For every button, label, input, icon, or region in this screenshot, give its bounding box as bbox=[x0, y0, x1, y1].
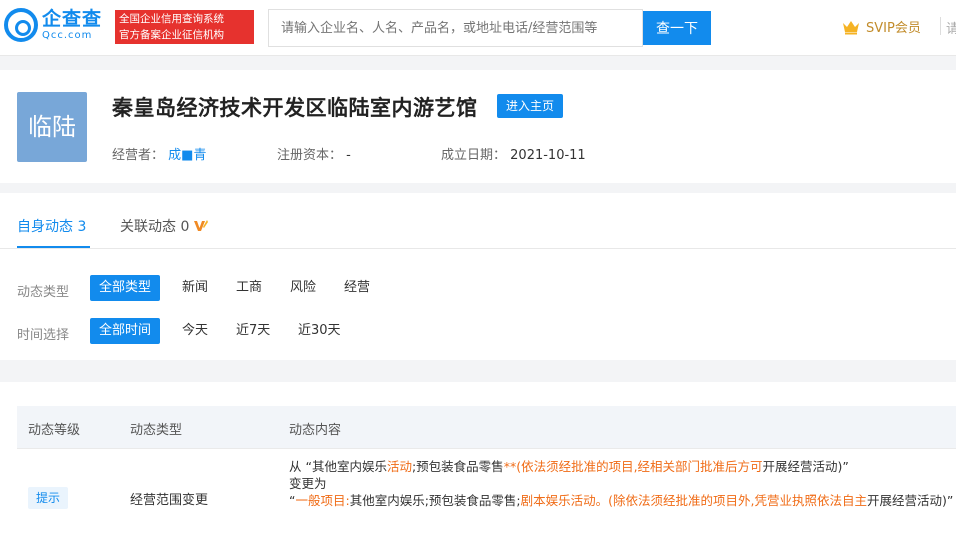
content-to-line: “一般项目:其他室内娱乐;预包装食品零售;剧本娱乐活动。(除依法须经批准的项目外… bbox=[289, 492, 956, 509]
from-mid: ;预包装食品零售 bbox=[411, 459, 504, 474]
founded-info: 成立日期： 2021-10-11 bbox=[441, 144, 586, 163]
from-highlight-1: 活动 bbox=[386, 459, 412, 474]
from-prefix: 从 “其他室内娱乐 bbox=[289, 459, 387, 474]
capital-value: - bbox=[346, 148, 351, 163]
badge-line-1: 全国企业信用查询系统 bbox=[119, 13, 224, 25]
header-divider bbox=[940, 17, 941, 35]
official-badge: 全国企业信用查询系统 官方备案企业征信机构 bbox=[115, 10, 254, 44]
logo-en-text: Qcc.com bbox=[42, 30, 93, 41]
to-highlight-2: 剧本娱乐活动。(除依法须经批准的项目外,凭营业执照依法自主 bbox=[520, 493, 867, 508]
tab-related-label: 关联动态 0 bbox=[120, 219, 190, 235]
type-option-operation[interactable]: 经营 bbox=[335, 275, 379, 301]
to-mid: 其他室内娱乐;预包装食品零售; bbox=[349, 493, 521, 508]
dynamics-table: 动态等级 动态类型 动态内容 提示 经营范围变更 从 “其他室内娱乐活动;预包装… bbox=[0, 382, 956, 544]
row-divider bbox=[17, 448, 956, 449]
header-type: 动态类型 bbox=[130, 423, 183, 438]
tab-related-dynamics[interactable]: 关联动态 0 bbox=[120, 216, 209, 236]
dynamics-panel: 自身动态 3 关联动态 0 动态类型 全部类型 新闻 工商 风险 经营 时间选择… bbox=[0, 193, 956, 360]
type-option-all[interactable]: 全部类型 bbox=[90, 275, 161, 301]
company-card: 临陆 秦皇岛经济技术开发区临陆室内游艺馆 进入主页 经营者： 成■青 注册资本：… bbox=[0, 70, 956, 183]
top-header: 企查查 Qcc.com 全国企业信用查询系统 官方备案企业征信机构 查一下 SV… bbox=[0, 0, 956, 56]
type-option-business[interactable]: 工商 bbox=[227, 275, 271, 301]
logo-cn-text: 企查查 bbox=[42, 8, 103, 30]
search-button[interactable]: 查一下 bbox=[643, 11, 711, 45]
crown-icon bbox=[843, 20, 859, 34]
time-option-30days[interactable]: 近30天 bbox=[289, 318, 350, 344]
company-name: 秦皇岛经济技术开发区临陆室内游艺馆 bbox=[112, 96, 478, 120]
capital-label: 注册资本： bbox=[277, 148, 343, 163]
content-change-label: 变更为 bbox=[289, 476, 327, 491]
type-filter-label: 动态类型 bbox=[17, 285, 70, 300]
to-suffix: 开展经营活动)” bbox=[867, 493, 954, 508]
type-option-news[interactable]: 新闻 bbox=[173, 275, 217, 301]
founded-value: 2021-10-11 bbox=[510, 148, 586, 163]
operator-label: 经营者： bbox=[112, 148, 165, 163]
badge-line-2: 官方备案企业征信机构 bbox=[119, 29, 224, 41]
tabs-divider bbox=[0, 248, 956, 249]
tab-self-dynamics[interactable]: 自身动态 3 bbox=[17, 216, 86, 236]
founded-label: 成立日期： bbox=[441, 148, 507, 163]
enter-homepage-button[interactable]: 进入主页 bbox=[497, 94, 563, 118]
from-highlight-2: **(依法须经批准的项目,经相关部门批准后方可 bbox=[503, 459, 763, 474]
svip-label: SVIP会员 bbox=[866, 21, 921, 36]
operator-link[interactable]: 成■青 bbox=[168, 148, 206, 163]
svip-link[interactable]: SVIP会员 bbox=[842, 17, 921, 36]
content-from-line: 从 “其他室内娱乐活动;预包装食品零售**(依法须经批准的项目,经相关部门批准后… bbox=[289, 458, 956, 475]
type-option-risk[interactable]: 风险 bbox=[281, 275, 325, 301]
operator-info: 经营者： 成■青 bbox=[112, 144, 206, 163]
to-highlight-1: 一般项目: bbox=[295, 493, 350, 508]
header-cut-text[interactable]: 请 bbox=[946, 18, 956, 37]
from-suffix: 开展经营活动)” bbox=[762, 459, 849, 474]
time-option-today[interactable]: 今天 bbox=[173, 318, 217, 344]
search-input[interactable] bbox=[269, 10, 642, 46]
dynamic-type-cell: 经营范围变更 bbox=[130, 493, 209, 508]
header-level: 动态等级 bbox=[28, 423, 81, 438]
time-option-7days[interactable]: 近7天 bbox=[227, 318, 279, 344]
dynamic-content-cell: 从 “其他室内娱乐活动;预包装食品零售**(依法须经批准的项目,经相关部门批准后… bbox=[289, 458, 956, 509]
level-badge: 提示 bbox=[28, 487, 68, 509]
capital-info: 注册资本： - bbox=[277, 144, 351, 163]
search-box bbox=[268, 9, 643, 47]
qcc-logo-icon bbox=[4, 8, 38, 42]
time-filter-label: 时间选择 bbox=[17, 328, 70, 343]
header-content: 动态内容 bbox=[289, 423, 342, 438]
qcc-logo[interactable]: 企查查 Qcc.com bbox=[4, 8, 102, 42]
table-header: 动态等级 动态类型 动态内容 bbox=[17, 406, 956, 448]
time-option-all[interactable]: 全部时间 bbox=[90, 318, 161, 344]
vip-icon bbox=[194, 220, 209, 231]
company-logo: 临陆 bbox=[17, 92, 87, 162]
